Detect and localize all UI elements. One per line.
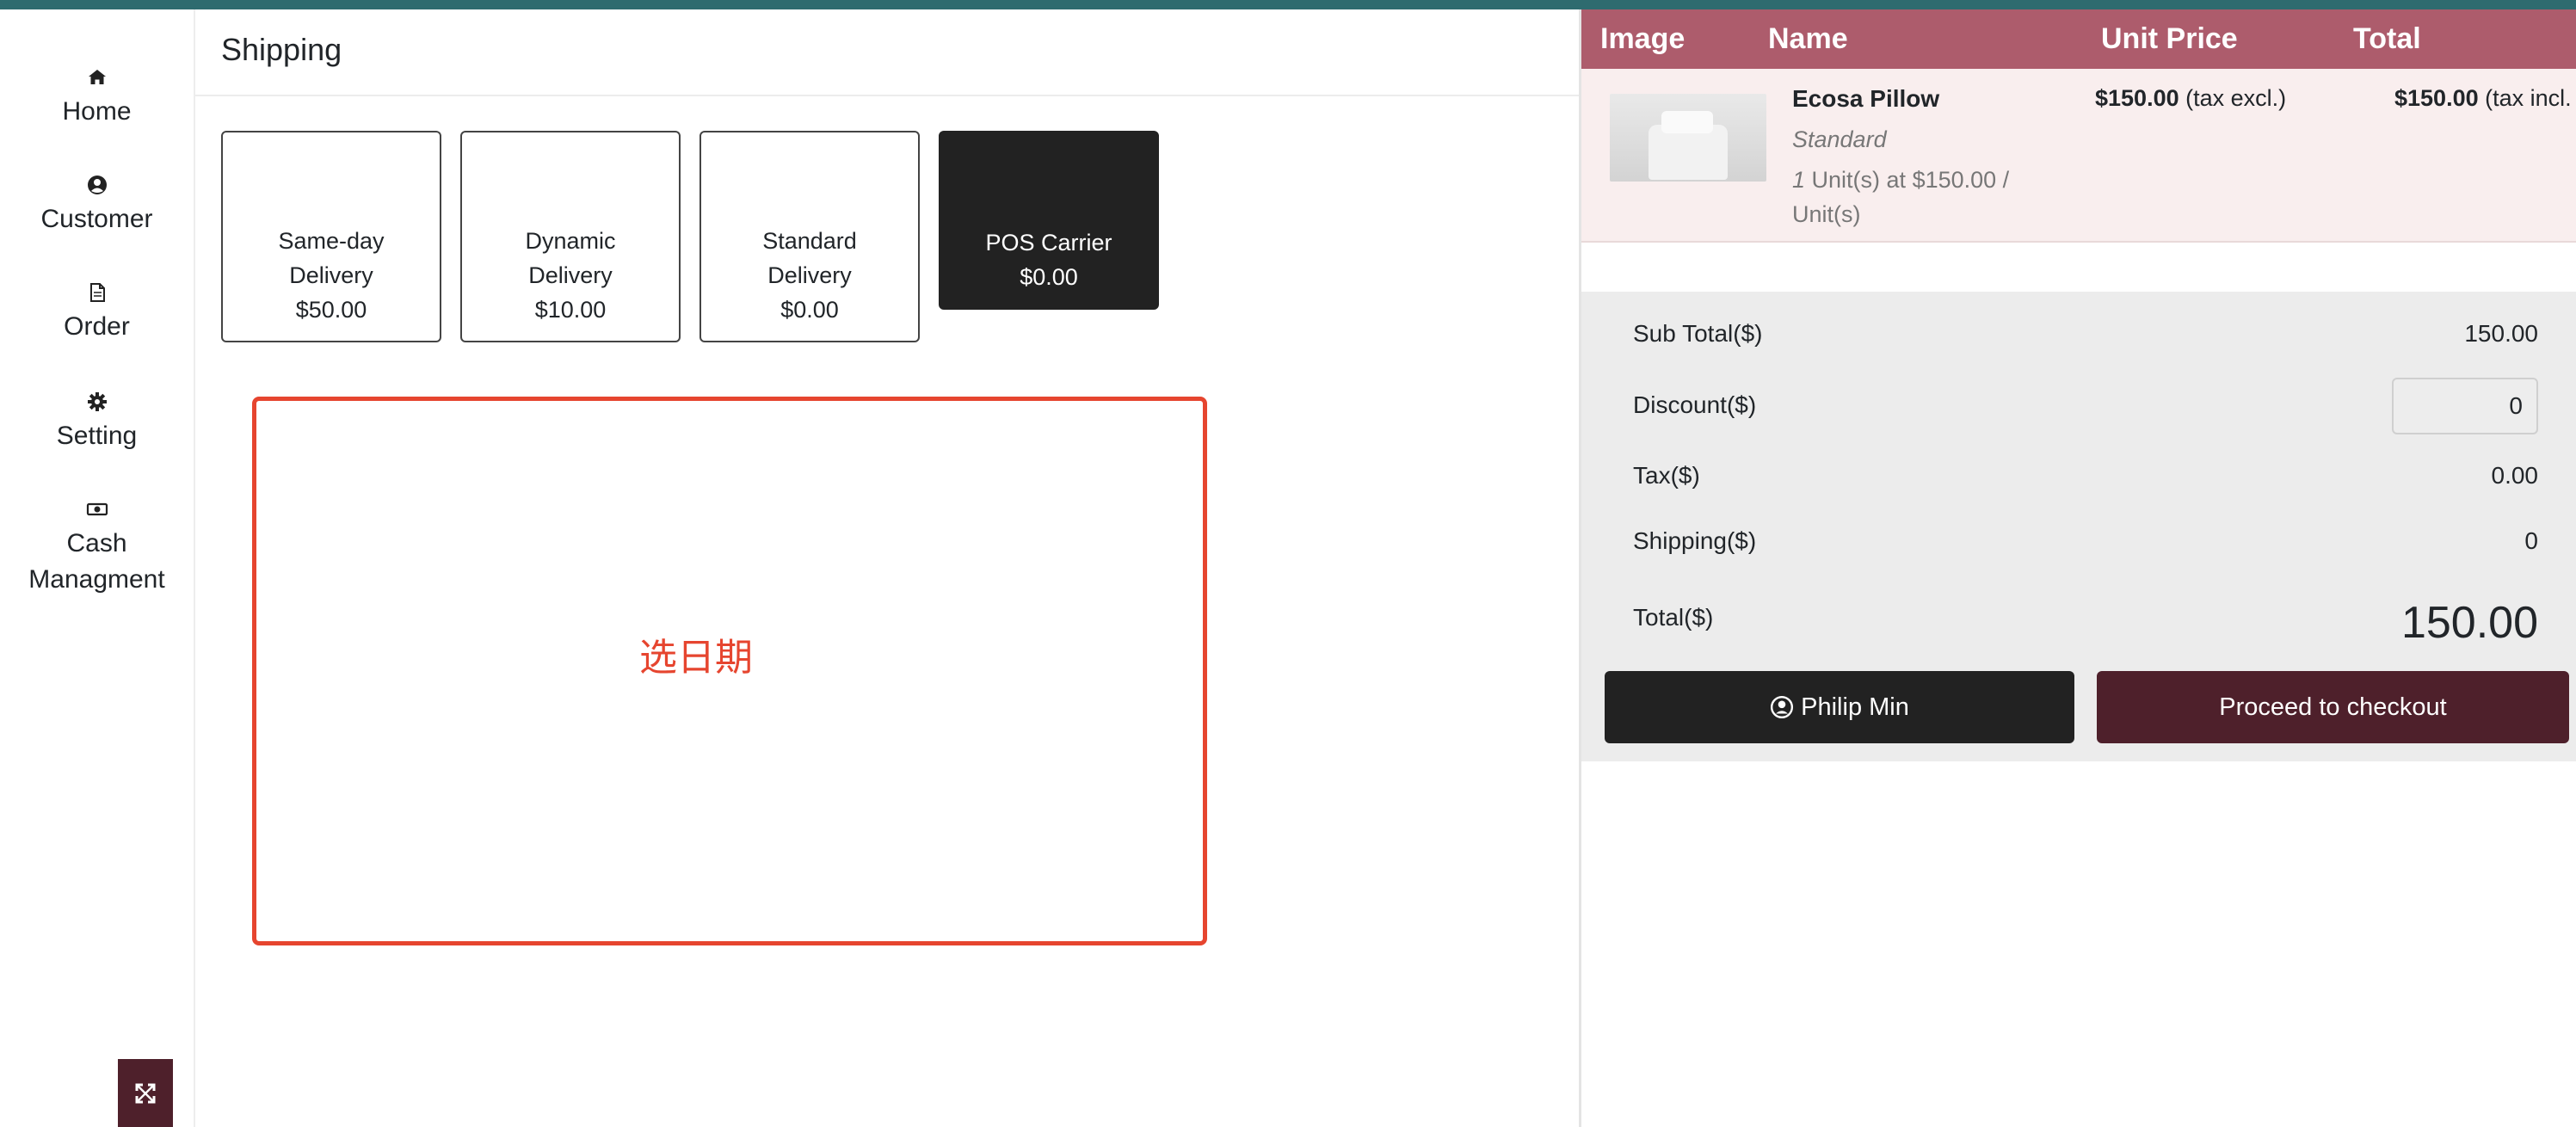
- total-label: Total($): [1633, 604, 1714, 631]
- customer-button[interactable]: Philip Min: [1605, 671, 2074, 743]
- product-image: [1610, 94, 1766, 182]
- fullscreen-button[interactable]: [118, 1059, 173, 1127]
- sidebar-item-label: Customer: [40, 205, 153, 233]
- shipping-option-standard[interactable]: Standard Delivery $0.00: [699, 131, 920, 342]
- page-title: Shipping: [221, 32, 342, 67]
- date-picker-label: 选日期: [639, 636, 753, 680]
- subtotal-value: 150.00: [2464, 320, 2538, 347]
- column-header-unit-price: Unit Price: [2101, 22, 2238, 55]
- shipping-option-name: Standard Delivery: [762, 228, 857, 288]
- shipping-option-price: $0.00: [1020, 264, 1078, 290]
- shipping-label: Shipping($): [1633, 527, 1757, 554]
- shipping-option-price: $10.00: [534, 297, 607, 323]
- product-unit-price: $150.00 (tax excl.): [2095, 85, 2287, 111]
- order-summary: Sub Total($) 150.00 Discount($) Tax($) 0…: [1581, 292, 2576, 761]
- discount-label: Discount($): [1633, 391, 1757, 418]
- proceed-to-checkout-button[interactable]: Proceed to checkout: [2097, 671, 2569, 743]
- date-picker-area[interactable]: 选日期: [252, 397, 1207, 945]
- discount-input[interactable]: [2392, 378, 2538, 434]
- sidebar-item-order[interactable]: Order: [0, 281, 194, 345]
- product-line-total: $150.00 (tax incl.: [2394, 85, 2572, 111]
- cart-line-item[interactable]: Ecosa Pillow Standard 1 Unit(s) at $150.…: [1581, 69, 2576, 243]
- sidebar-item-home[interactable]: Home: [0, 66, 194, 130]
- tax-label: Tax($): [1633, 462, 1700, 489]
- customer-button-label: Philip Min: [1801, 693, 1909, 721]
- sidebar-item-customer[interactable]: Customer: [0, 174, 194, 237]
- sidebar-item-label: Setting: [56, 422, 138, 450]
- shipping-option-price: $50.00: [295, 297, 367, 323]
- shipping-option-same-day[interactable]: Same-day Delivery $50.00: [221, 131, 441, 342]
- expand-icon: [135, 1083, 156, 1103]
- sidebar: Home Customer Order Setting Cash Managmen…: [0, 9, 195, 1127]
- column-header-name: Name: [1768, 22, 1848, 55]
- checkout-button-label: Proceed to checkout: [2219, 693, 2447, 721]
- main-header: Shipping: [195, 9, 1579, 96]
- shipping-value: 0: [2524, 527, 2538, 554]
- shipping-option-dynamic[interactable]: Dynamic Delivery $10.00: [460, 131, 681, 342]
- tax-value: 0.00: [2491, 462, 2539, 489]
- shipping-option-name: Dynamic Delivery: [525, 228, 616, 288]
- main-panel: Shipping Same-day Delivery $50.00 Dynami…: [195, 9, 1579, 1127]
- subtotal-label: Sub Total($): [1633, 320, 1763, 347]
- top-bar: [0, 0, 2576, 9]
- document-icon: [89, 283, 105, 302]
- product-name: Ecosa Pillow: [1792, 85, 1940, 112]
- column-header-image: Image: [1600, 22, 1685, 55]
- cart-panel: Image Name Unit Price Total Ecosa Pillow…: [1579, 9, 2576, 1127]
- user-circle-icon: [1771, 695, 1794, 719]
- shipping-option-pos-carrier[interactable]: POS Carrier $0.00: [939, 131, 1159, 310]
- sidebar-item-cash-managment[interactable]: Cash Managment: [0, 498, 194, 598]
- money-icon: [86, 502, 108, 516]
- sidebar-item-label: Home: [62, 97, 132, 126]
- column-header-total: Total: [2353, 22, 2421, 55]
- sidebar-item-label: Cash Managment: [28, 529, 165, 594]
- sidebar-item-setting[interactable]: Setting: [0, 391, 194, 454]
- total-value: 150.00: [2400, 598, 2538, 648]
- gear-icon: [87, 392, 107, 411]
- cart-table-header: Image Name Unit Price Total: [1581, 9, 2576, 69]
- user-circle-icon: [87, 176, 107, 194]
- shipping-option-price: $0.00: [780, 297, 839, 323]
- sidebar-item-label: Order: [64, 312, 130, 341]
- product-quantity: 1 Unit(s) at $150.00 / Unit(s): [1792, 167, 2010, 227]
- product-variant: Standard: [1792, 126, 1887, 152]
- shipping-option-name: Same-day Delivery: [278, 228, 385, 288]
- home-icon: [88, 70, 106, 84]
- shipping-option-name: POS Carrier: [985, 230, 1112, 256]
